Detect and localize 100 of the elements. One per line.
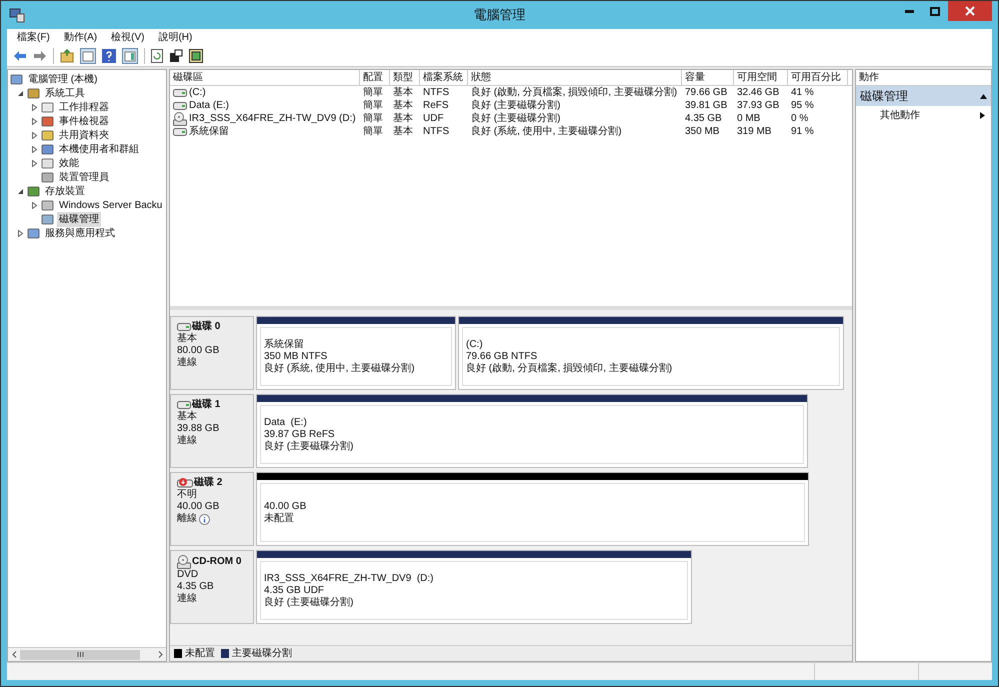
close-icon bbox=[965, 6, 975, 16]
collapse-arrow-icon[interactable] bbox=[16, 188, 24, 194]
actions-section[interactable]: 磁碟管理 bbox=[856, 86, 991, 106]
tree-item[interactable]: 事件檢視器 bbox=[57, 114, 111, 128]
table-cell-text: 簡單 bbox=[363, 86, 383, 100]
folder-up-icon[interactable] bbox=[60, 48, 74, 62]
tree-node-icon bbox=[41, 170, 54, 184]
table-cell-text: 79.66 GB bbox=[685, 86, 728, 100]
table-cell-text: IR3_SSS_X64FRE_ZH-TW_DV9 (D:) bbox=[189, 112, 356, 126]
legend-label: 未配置 bbox=[185, 646, 215, 661]
table-cell-text: 95 % bbox=[791, 99, 814, 113]
collapse-arrow-icon[interactable] bbox=[16, 90, 24, 96]
disk-info-panel[interactable]: 磁碟 0 基本 80.00 GB 連線 bbox=[170, 316, 254, 390]
tree-item[interactable]: 共用資料夾 bbox=[57, 128, 111, 142]
tree-node-icon bbox=[41, 100, 54, 114]
tree-node-icon bbox=[27, 86, 40, 100]
tree-item[interactable]: 服務與應用程式 bbox=[43, 226, 117, 240]
column-header[interactable]: 配置 bbox=[360, 70, 390, 85]
expand-arrow-icon[interactable] bbox=[30, 160, 38, 166]
tree-item[interactable]: 效能 bbox=[57, 156, 81, 170]
tree-node-icon bbox=[41, 212, 54, 226]
table-cell-text: 319 MB bbox=[737, 125, 772, 139]
close-button[interactable] bbox=[948, 1, 992, 21]
table-cell-text: 基本 bbox=[393, 124, 413, 139]
partition-block[interactable]: 40.00 GB 未配置 bbox=[256, 472, 809, 546]
partition-block[interactable]: 系統保留 350 MB NTFS 良好 (系統, 使用中, 主要磁碟分割) bbox=[256, 316, 456, 390]
tree-item[interactable]: 磁碟管理 bbox=[57, 212, 101, 226]
partition-status: 良好 (啟動, 分頁檔案, 損毀傾印, 主要磁碟分割) bbox=[466, 362, 674, 374]
partition-size: 40.00 GB bbox=[264, 500, 308, 512]
column-header[interactable]: 檔案系統 bbox=[420, 70, 468, 85]
disk-info-panel[interactable]: 磁碟 2 不明 40.00 GB 離線 bbox=[170, 472, 254, 546]
tree-node-icon bbox=[41, 142, 54, 156]
column-header[interactable]: 磁碟區 bbox=[170, 70, 360, 85]
partition-block[interactable]: Data (E:) 39.87 GB ReFS 良好 (主要磁碟分割) bbox=[256, 394, 808, 468]
partition-status: 良好 (主要磁碟分割) bbox=[264, 596, 354, 608]
tree-item[interactable]: 裝置管理員 bbox=[57, 170, 111, 184]
drive-icon bbox=[177, 401, 191, 409]
horizontal-scrollbar[interactable] bbox=[8, 647, 166, 661]
table-cell-text: 4.35 GB bbox=[685, 112, 722, 126]
tree-item[interactable]: Windows Server Backu bbox=[57, 198, 164, 212]
menu-item[interactable]: 說明(H) bbox=[158, 30, 192, 44]
partition-block[interactable]: IR3_SSS_X64FRE_ZH-TW_DV9 (D:) 4.35 GB UDF 良好 (主要磁碟分割) bbox=[256, 550, 692, 624]
disk-name: CD-ROM 0 bbox=[192, 556, 242, 568]
tree-node-icon bbox=[41, 156, 54, 170]
expand-arrow-icon[interactable] bbox=[16, 230, 24, 236]
help-icon[interactable] bbox=[102, 48, 116, 62]
disk-size: 4.35 GB bbox=[177, 581, 215, 592]
legend-label: 主要磁碟分割 bbox=[232, 646, 292, 661]
tree-item[interactable]: 存放裝置 bbox=[43, 184, 87, 198]
expand-arrow-icon[interactable] bbox=[30, 146, 38, 152]
drive-icon bbox=[173, 128, 187, 136]
disk-status: 連線 bbox=[177, 435, 197, 447]
scroll-left-icon[interactable] bbox=[12, 651, 16, 658]
forward-arrow-icon[interactable] bbox=[33, 50, 47, 62]
tree-node-icon bbox=[41, 198, 54, 212]
tree-item[interactable]: 系統工具 bbox=[43, 86, 87, 100]
expand-arrow-icon[interactable] bbox=[30, 132, 38, 138]
menu-item[interactable]: 動作(A) bbox=[64, 30, 98, 44]
table-cell-text: 0 % bbox=[791, 112, 808, 126]
table-cell-text: 350 MB bbox=[685, 125, 720, 139]
column-header[interactable]: 狀態 bbox=[468, 70, 682, 85]
menu-item[interactable]: 檢視(V) bbox=[111, 30, 144, 44]
info-icon bbox=[199, 514, 210, 524]
table-cell-text: 基本 bbox=[393, 98, 413, 112]
table-cell-text: 0 MB bbox=[737, 112, 760, 126]
table-cell-text: 簡單 bbox=[363, 125, 383, 139]
expand-arrow-icon[interactable] bbox=[30, 202, 38, 208]
submenu-arrow-icon bbox=[980, 112, 985, 118]
column-header[interactable]: 容量 bbox=[682, 70, 734, 85]
column-header[interactable]: 可用空間 bbox=[734, 70, 788, 85]
tree-item[interactable]: 工作排程器 bbox=[57, 100, 111, 114]
partition-block[interactable]: (C:) 79.66 GB NTFS 良好 (啟動, 分頁檔案, 損毀傾印, 主要磁碟分割) bbox=[458, 316, 844, 390]
table-cell-text: (C:) bbox=[189, 86, 206, 100]
table-cell-text: NTFS bbox=[423, 86, 450, 100]
tree-item[interactable]: 本機使用者和群組 bbox=[57, 142, 141, 156]
expand-arrow-icon[interactable] bbox=[30, 104, 38, 110]
disk-info-panel[interactable]: CD-ROM 0 DVD 4.35 GB 連線 bbox=[170, 550, 254, 624]
column-header[interactable]: 可用百分比 bbox=[788, 70, 848, 85]
refresh-icon[interactable] bbox=[151, 48, 163, 62]
expand-arrow-icon[interactable] bbox=[30, 118, 38, 124]
menu-item[interactable]: 檔案(F) bbox=[17, 30, 50, 44]
maximize-icon bbox=[930, 6, 940, 16]
tree-item[interactable]: 電腦管理 (本機) bbox=[26, 72, 100, 86]
disk-status: 離線 bbox=[177, 513, 197, 525]
table-cell-text: 良好 (啟動, 分頁檔案, 損毀傾印, 主要磁碟分割) bbox=[471, 86, 678, 100]
table-cell-text: 基本 bbox=[393, 112, 413, 126]
offline-drive-icon bbox=[177, 477, 193, 489]
collapse-caret-icon[interactable] bbox=[980, 94, 987, 98]
disk-type: 基本 bbox=[177, 333, 198, 345]
disk-name: 磁碟 1 bbox=[192, 399, 220, 410]
partition-name: 系統保留 bbox=[264, 338, 305, 350]
disk-info-panel[interactable]: 磁碟 1 基本 39.88 GB 連線 bbox=[170, 394, 254, 468]
scroll-grip-icon bbox=[76, 652, 84, 657]
column-header[interactable]: 類型 bbox=[390, 70, 420, 85]
drive-icon bbox=[173, 102, 187, 110]
action-item[interactable]: 其他動作 bbox=[856, 106, 991, 124]
table-cell-text: NTFS bbox=[423, 125, 450, 139]
table-cell-text: 良好 (主要磁碟分割) bbox=[471, 112, 560, 126]
scroll-right-icon[interactable] bbox=[158, 651, 162, 658]
back-arrow-icon[interactable] bbox=[13, 50, 27, 62]
